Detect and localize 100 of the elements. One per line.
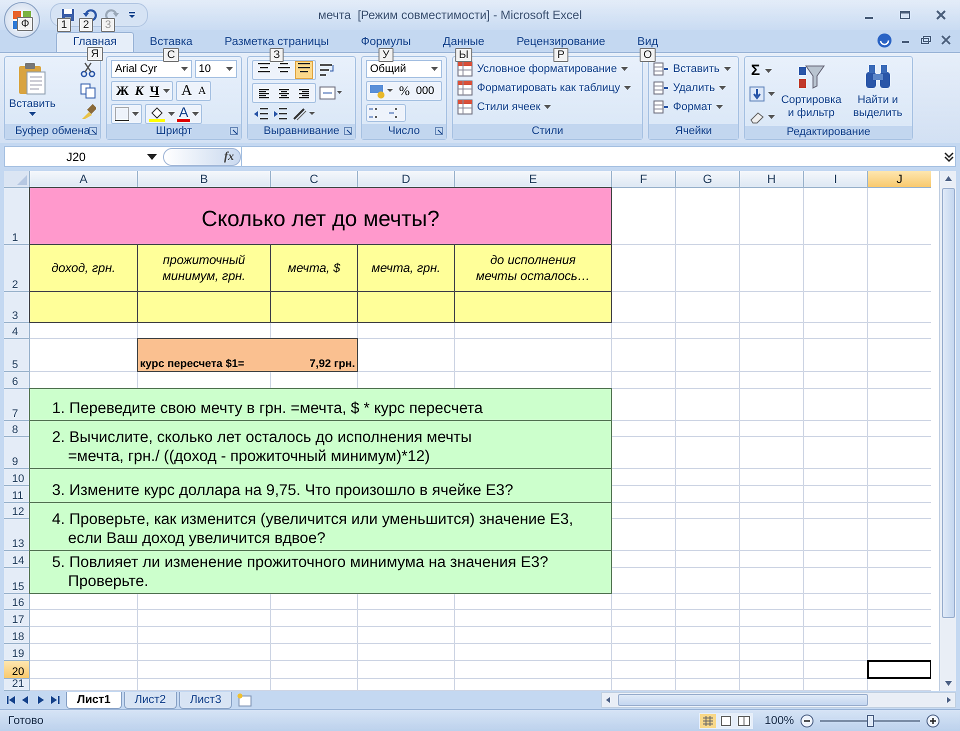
currency-icon[interactable] (369, 82, 395, 99)
row-header[interactable]: 12 (4, 503, 30, 520)
row-header[interactable]: 11 (4, 486, 30, 504)
row-header[interactable]: 4 (4, 323, 30, 340)
cells-menu-button[interactable]: Формат (653, 98, 734, 115)
row-header[interactable]: 3 (4, 292, 30, 324)
page-break-icon[interactable] (736, 714, 752, 728)
font-size-field[interactable]: 10 (194, 60, 237, 78)
close-icon[interactable] (934, 8, 948, 22)
copy-icon[interactable] (80, 82, 96, 99)
orientation-icon[interactable] (291, 106, 317, 122)
caret-icon[interactable] (768, 92, 775, 96)
row-header[interactable]: 17 (4, 610, 30, 628)
percent-button[interactable]: % (397, 82, 412, 99)
row-header[interactable]: 16 (4, 594, 30, 610)
zoom-in-icon[interactable] (926, 714, 940, 728)
dialog-launcher-icon[interactable] (435, 127, 443, 136)
decimal-buttons-icon[interactable] (366, 104, 406, 122)
fill-down-icon[interactable] (749, 86, 765, 102)
column-header[interactable]: A (30, 171, 138, 188)
column-header[interactable]: B (138, 171, 271, 188)
row-header[interactable]: 1 (4, 188, 30, 246)
row-header[interactable]: 5 (4, 339, 30, 372)
office-button[interactable]: Ф (4, 2, 40, 38)
shrink-font-button[interactable]: A (196, 82, 208, 99)
caret-icon[interactable] (768, 114, 775, 119)
column-header[interactable]: D (358, 171, 455, 188)
row-header[interactable]: 19 (4, 644, 30, 662)
caret-icon[interactable] (132, 112, 139, 116)
row-header[interactable]: 21 (4, 679, 30, 692)
row-header[interactable]: 13 (4, 519, 30, 552)
thousands-button[interactable]: 000 (414, 82, 436, 99)
group-label: Ячейки (675, 125, 712, 138)
fill-color-icon[interactable] (148, 104, 166, 123)
column-header[interactable]: H (740, 171, 804, 188)
row-header[interactable]: 8 (4, 421, 30, 438)
zoom-out-icon[interactable] (800, 714, 814, 728)
selected-cell[interactable] (867, 660, 932, 680)
cells-menu-button[interactable]: Удалить (653, 80, 734, 96)
align-button[interactable] (295, 60, 313, 79)
undo-button[interactable] (83, 8, 97, 22)
maximize-icon[interactable] (898, 8, 912, 22)
row-header[interactable]: 6 (4, 372, 30, 390)
row-header[interactable]: 10 (4, 469, 30, 486)
sheet-tab[interactable]: Лист2 (124, 692, 177, 709)
column-header[interactable]: E (455, 171, 612, 188)
caret-icon[interactable] (192, 112, 200, 116)
row-header[interactable]: 20 (4, 661, 30, 680)
column-header[interactable]: G (676, 171, 740, 188)
font-name-field[interactable]: Arial Cyr (111, 60, 192, 78)
sort-filter-button[interactable]: Сортировка и фильтр (781, 60, 842, 120)
normal-view-icon[interactable] (700, 714, 716, 728)
column-header[interactable]: I (804, 171, 868, 188)
dialog-launcher-icon[interactable] (230, 127, 238, 136)
caret-icon[interactable] (168, 112, 175, 116)
italic-button[interactable]: К (132, 82, 146, 99)
help-icon[interactable] (877, 32, 892, 48)
expand-icon[interactable] (943, 150, 955, 163)
dialog-launcher-icon[interactable] (344, 127, 352, 136)
row-header[interactable]: 2 (4, 245, 30, 292)
styles-menu-button[interactable]: Форматировать как таблицу (457, 80, 638, 96)
vertical-scrollbar[interactable] (939, 171, 956, 692)
name-box[interactable]: J20 (5, 150, 147, 164)
indent-icon[interactable] (252, 106, 288, 122)
underline-button[interactable]: Ч (148, 82, 162, 99)
column-header[interactable]: F (612, 171, 676, 188)
row-header[interactable]: 15 (4, 568, 30, 594)
caret-icon[interactable] (163, 88, 170, 93)
autosum-button[interactable]: Σ (749, 62, 762, 80)
row-header[interactable]: 18 (4, 627, 30, 644)
bold-button[interactable]: Ж (114, 82, 131, 99)
grow-font-button[interactable]: A (179, 82, 194, 99)
scroll-thumb[interactable] (942, 188, 954, 618)
brush-icon[interactable] (80, 104, 96, 120)
restore-icon[interactable] (920, 34, 932, 46)
row-header[interactable]: 14 (4, 551, 30, 568)
merge-cells-icon[interactable] (319, 86, 343, 100)
cells-menu-button[interactable]: Вставить (653, 60, 734, 77)
dialog-launcher-icon[interactable] (89, 127, 97, 136)
sheet-tab[interactable]: Лист3 (178, 692, 232, 709)
customize-caret-icon[interactable] (127, 10, 137, 20)
paste-button[interactable]: Вставить (9, 60, 56, 124)
column-header[interactable]: C (271, 171, 358, 188)
number-format-field[interactable]: Общий (366, 60, 442, 78)
column-header[interactable]: J (868, 171, 932, 188)
close-icon[interactable] (940, 34, 952, 46)
slider-thumb[interactable] (867, 714, 874, 727)
horizontal-scrollbar[interactable] (601, 692, 956, 708)
caret-icon[interactable] (147, 154, 157, 160)
row-header[interactable]: 9 (4, 437, 30, 470)
sheet-tab[interactable]: Лист1 (66, 692, 122, 709)
styles-menu-button[interactable]: Условное форматирование (457, 60, 638, 77)
insert-function-button[interactable]: fx (163, 148, 241, 166)
borders-icon[interactable] (114, 106, 130, 122)
styles-menu-button[interactable]: Стили ячеек (457, 98, 638, 115)
caret-icon[interactable] (765, 68, 772, 73)
find-select-button[interactable]: Найти и выделить (848, 60, 908, 120)
scroll-thumb[interactable] (618, 694, 868, 706)
scissors-icon[interactable] (80, 62, 96, 78)
row-header[interactable]: 7 (4, 389, 30, 422)
